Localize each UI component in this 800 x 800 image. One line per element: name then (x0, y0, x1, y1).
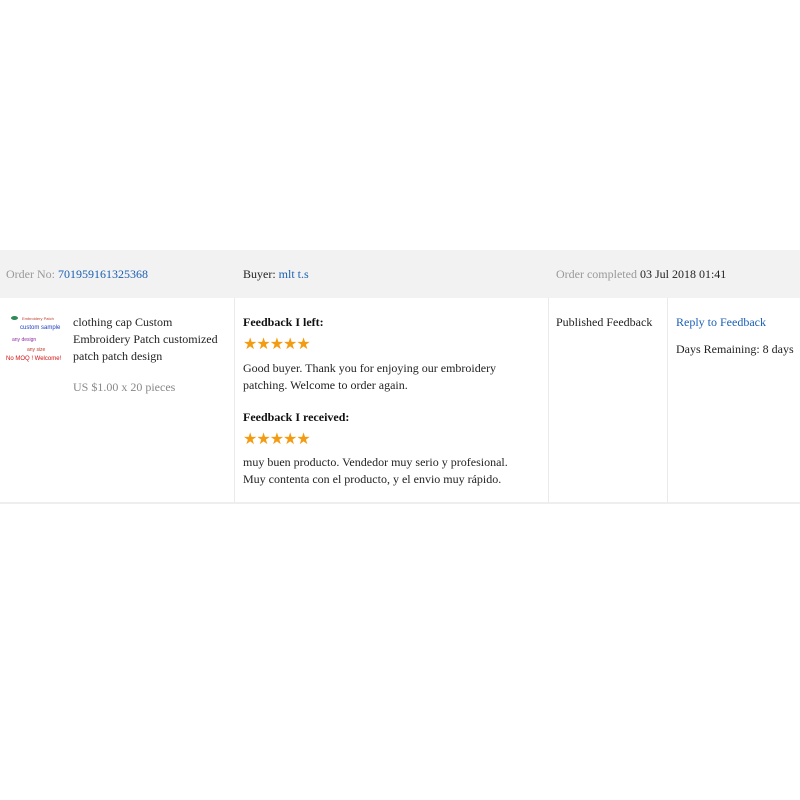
order-number-label: Order No: (6, 267, 55, 281)
feedback-received-text: muy buen producto. Vendedor muy serio y … (243, 455, 508, 486)
column-divider (548, 298, 549, 502)
order-number-link[interactable]: 701959161325368 (58, 267, 148, 281)
order-header: Order No: 701959161325368 Buyer: mlt t.s… (0, 250, 800, 298)
feedback-left-text: Good buyer. Thank you for enjoying our e… (243, 361, 497, 392)
thumb-line-3: any design (12, 337, 37, 343)
order-completed-date: 03 Jul 2018 01:41 (639, 267, 727, 281)
order-feedback-card: Order No: 701959161325368 Buyer: mlt t.s… (0, 250, 800, 504)
order-completed-label: Order completed (556, 267, 637, 281)
reply-to-feedback-link[interactable]: Reply to Feedback (676, 315, 766, 330)
buyer-field: Buyer: mlt t.s (243, 267, 309, 282)
product-name-link[interactable]: clothing cap Custom Embroidery Patch cus… (73, 314, 228, 365)
days-remaining: Days Remaining: 8 days (676, 342, 794, 356)
feedback-received-stars: ★★★★★ (243, 431, 311, 448)
thumb-line-4: any size (27, 347, 46, 353)
order-number-field: Order No: 701959161325368 (6, 267, 148, 282)
order-row: Embroidery Patch custom sample any desig… (0, 298, 800, 504)
thumb-line-2: custom sample (20, 325, 61, 331)
buyer-label: Buyer: (243, 267, 276, 281)
product-thumbnail[interactable]: Embroidery Patch custom sample any desig… (6, 316, 62, 372)
thumb-line-5: No MOQ ! Welcome! (6, 356, 62, 362)
thumb-line-1: Embroidery Patch (22, 316, 54, 321)
feedback-status: Published Feedback (556, 315, 653, 329)
order-completed-field: Order completed 03 Jul 2018 01:41 (556, 267, 726, 282)
patch-icon (11, 316, 18, 320)
column-divider (234, 298, 235, 502)
product-price: US $1.00 x 20 pieces (73, 380, 176, 394)
feedback-left-stars: ★★★★★ (243, 336, 311, 353)
feedback-left-title: Feedback I left: (243, 315, 324, 329)
feedback-received-title: Feedback I received: (243, 410, 350, 424)
column-divider (667, 298, 668, 502)
buyer-name-link[interactable]: mlt t.s (279, 267, 309, 281)
